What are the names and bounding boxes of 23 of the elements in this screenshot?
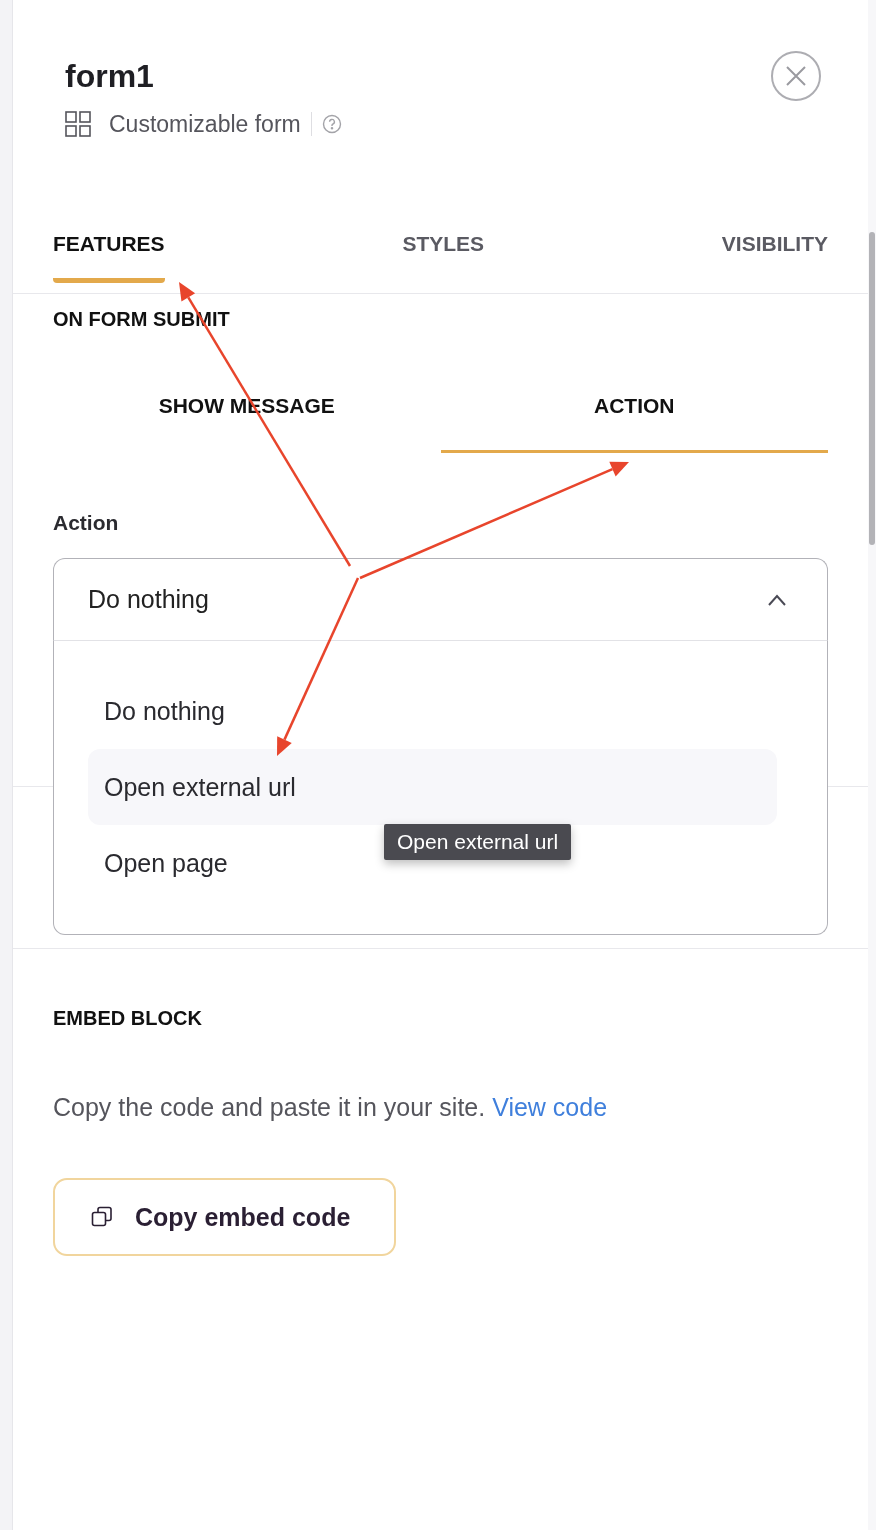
tab[interactable]: VISIBILITY	[721, 231, 828, 283]
copy-icon	[91, 1206, 113, 1228]
dropdown-option[interactable]: Open external url	[88, 749, 777, 825]
panel-title: form1	[65, 57, 155, 95]
chevron-icon	[767, 593, 787, 606]
field-label: Action	[53, 510, 120, 535]
dropdown-option[interactable]: Do nothing	[88, 693, 241, 729]
panel-subtitle: Customizable form	[109, 110, 301, 138]
copy-embed-button[interactable]: Copy embed code	[53, 1178, 396, 1256]
tab[interactable]: STYLES	[402, 231, 485, 283]
view-code-link[interactable]: View code	[492, 1093, 608, 1121]
action-select[interactable]: Do nothing	[53, 558, 828, 640]
dropdown-option[interactable]: Open page	[88, 845, 244, 881]
tab[interactable]: ACTION	[440, 393, 828, 453]
tab[interactable]: FEATURES	[53, 231, 165, 283]
embed-description: Copy the code and paste it in your site. View code	[53, 1092, 609, 1122]
scrollbar-thumb[interactable]	[869, 232, 875, 545]
close-icon	[785, 65, 807, 87]
help-icon[interactable]	[321, 114, 342, 134]
section-title: EMBED BLOCK	[53, 1006, 203, 1030]
grid-icon	[65, 111, 91, 137]
close-button[interactable]	[771, 51, 821, 101]
tooltip: Open external url	[384, 824, 572, 860]
